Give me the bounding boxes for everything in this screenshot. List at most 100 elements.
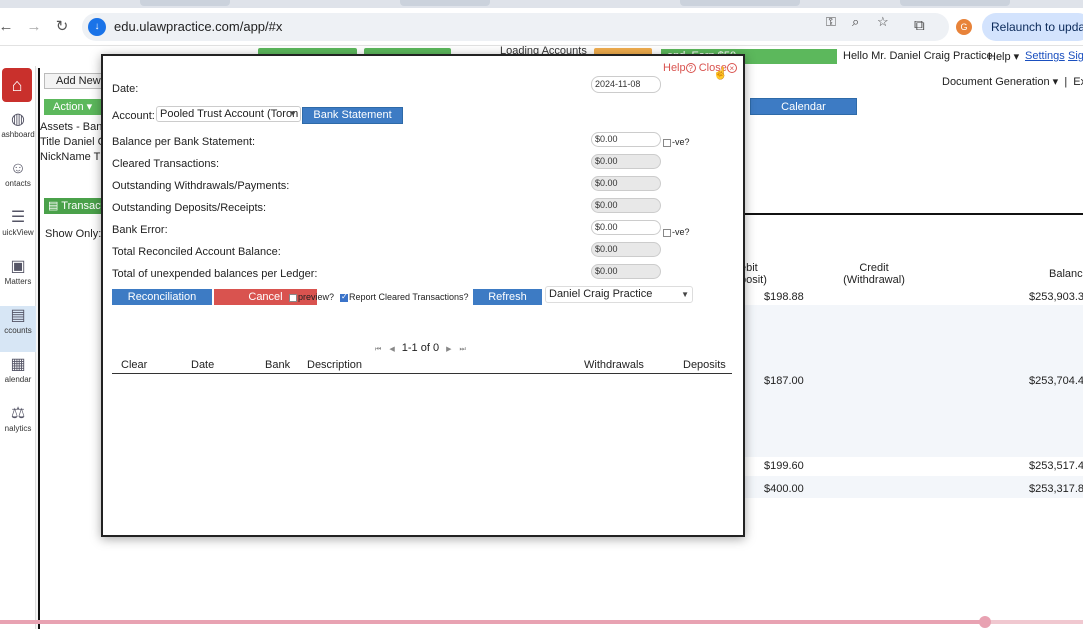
help-menu[interactable]: Help ▾ — [988, 50, 1019, 63]
add-new-button[interactable]: Add New A — [44, 73, 102, 89]
outstanding-deposits-field: $0.00 — [591, 198, 661, 213]
action-button[interactable]: Action ▾ — [44, 99, 102, 115]
rail-item-contacts[interactable]: ☺ ontacts — [0, 159, 36, 205]
row-balance: $253,317.85 — [1029, 483, 1083, 495]
mouse-cursor-icon: ☝ — [713, 66, 728, 80]
help-link[interactable]: Help — [663, 62, 686, 74]
prev-page-icon[interactable]: ◀ — [389, 346, 394, 353]
row-debit: $400.00 — [764, 483, 804, 495]
report-cleared-checkbox[interactable] — [340, 292, 348, 302]
section-divider — [742, 213, 1083, 215]
globe-icon: ◍ — [11, 111, 25, 128]
rail-item-quickview[interactable]: ☰ uickView — [0, 208, 36, 254]
negative-checkbox[interactable] — [663, 138, 671, 147]
back-icon[interactable]: ← — [0, 17, 16, 37]
reconciliation-dialog: Help? Close × ☝ Date: 2024-11-08 Account:… — [101, 54, 745, 537]
chevron-down-icon: ▼ — [681, 290, 689, 299]
table-header-rule — [112, 373, 732, 374]
practice-select-value[interactable]: Daniel Craig Practice — [549, 288, 652, 300]
row-balance: $253,903.33 — [1029, 291, 1083, 303]
profile-avatar[interactable]: G — [956, 19, 972, 35]
account-type-line: Assets - Bank — [40, 121, 102, 133]
row-balance: $253,704.45 — [1029, 375, 1083, 387]
analytics-icon: ⚖ — [10, 405, 26, 422]
outstanding-deposits-label: Outstanding Deposits/Receipts: — [112, 202, 267, 214]
rail-item-matters[interactable]: ▣ Matters — [0, 257, 36, 303]
calendar-button[interactable]: Calendar — [750, 98, 857, 115]
bank-error-label: Bank Error: — [112, 224, 168, 236]
browser-toolbar: ← → ↻ ↓ edu.ulawpractice.com/app/#x ⚿ ⌕ … — [0, 8, 1083, 46]
document-generation-label[interactable]: Document Generation — [942, 76, 1050, 88]
date-label: Date: — [112, 83, 139, 95]
url-text[interactable]: edu.ulawpractice.com/app/#x — [114, 19, 282, 34]
cleared-transactions-label: Cleared Transactions: — [112, 158, 219, 170]
video-progress-fill — [0, 620, 985, 624]
tab-transactions[interactable]: ▤ Transaction — [44, 198, 102, 214]
help-icon[interactable]: ? — [685, 63, 696, 73]
action-button-label[interactable]: Action — [53, 101, 84, 113]
row-debit: $198.88 — [764, 291, 804, 303]
deposits-column-header[interactable]: Deposits — [683, 359, 726, 371]
relaunch-button[interactable]: Relaunch to update — [982, 13, 1083, 41]
date-field[interactable]: 2024-11-08 — [591, 76, 661, 93]
total-reconciled-field: $0.00 — [591, 242, 661, 257]
refresh-button[interactable]: Refresh — [473, 289, 542, 305]
bank-error-field[interactable]: $0.00 — [591, 220, 661, 235]
address-bar[interactable]: ↓ edu.ulawpractice.com/app/#x — [82, 13, 949, 41]
sign-out-link[interactable]: Sig — [1068, 50, 1083, 62]
chevron-down-icon: ▼ — [289, 109, 297, 118]
rail-item-analytics[interactable]: ⚖ nalytics — [0, 404, 36, 450]
password-key-icon[interactable]: ⚿ — [826, 14, 836, 30]
row-balance: $253,517.45 — [1029, 460, 1083, 472]
site-info-icon[interactable]: ↓ — [88, 18, 106, 36]
negative-checkbox[interactable] — [663, 228, 671, 237]
rail-item-accounts[interactable]: ▤ ccounts — [0, 306, 36, 352]
practice-select[interactable]: Daniel Craig Practice ▼ — [545, 286, 693, 303]
app-logo-icon[interactable]: ⌂ — [2, 68, 32, 102]
bank-error-negative-toggle[interactable]: -ve? — [663, 227, 690, 237]
contacts-icon: ☺ — [9, 160, 27, 177]
balance-per-statement-field[interactable]: $0.00 — [591, 132, 661, 147]
description-column-header[interactable]: Description — [307, 359, 362, 371]
preview-checkbox[interactable] — [289, 293, 297, 302]
outstanding-withdrawals-field: $0.00 — [591, 176, 661, 191]
date-column-header[interactable]: Date — [191, 359, 214, 371]
pager-text: 1-1 of 0 — [401, 342, 440, 354]
close-icon[interactable]: × — [726, 63, 737, 73]
account-select-value[interactable]: Pooled Trust Account (Toron — [160, 108, 298, 120]
preview-label: preview? — [298, 292, 335, 302]
extensions-icon[interactable]: ⧉ — [914, 17, 925, 34]
bank-column-header[interactable]: Bank — [265, 359, 290, 371]
account-select[interactable]: Pooled Trust Account (Toron ▼ — [156, 106, 301, 122]
balance-negative-toggle[interactable]: -ve? — [663, 137, 690, 147]
bank-statement-button[interactable]: Bank Statement — [302, 107, 403, 124]
export-menu[interactable]: Expo — [1073, 76, 1083, 88]
settings-link[interactable]: Settings — [1025, 50, 1065, 62]
row-debit: $187.00 — [764, 375, 804, 387]
greeting-text: Hello Mr. Daniel Craig Practice, — [843, 50, 996, 62]
reconciliation-button[interactable]: Reconciliation — [112, 289, 212, 305]
row-debit: $199.60 — [764, 460, 804, 472]
withdrawals-column-header[interactable]: Withdrawals — [584, 359, 644, 371]
account-nickname-line: NickName TD — [40, 151, 102, 163]
account-title-line: Title Daniel C — [40, 136, 102, 148]
tab-transactions-label[interactable]: Transaction — [61, 200, 102, 212]
unexpended-balances-label: Total of unexpended balances per Ledger: — [112, 268, 318, 280]
rail-item-calendar[interactable]: ▦ alendar — [0, 355, 36, 401]
document-generation-menu[interactable]: Document Generation ▾ | Expo — [942, 75, 1083, 88]
clear-column-header[interactable]: Clear — [121, 359, 147, 371]
video-progress-handle[interactable] — [979, 616, 991, 628]
report-cleared-option[interactable]: Report Cleared Transactions? — [340, 292, 469, 302]
bookmark-star-icon[interactable]: ☆ — [877, 14, 889, 30]
help-menu-label[interactable]: Help — [988, 51, 1011, 63]
first-page-icon[interactable]: ⏮ — [375, 346, 381, 353]
left-rail: ⌂ ◍ ashboard ☺ ontacts ☰ uickView ▣ Matt… — [0, 66, 36, 629]
last-page-icon[interactable]: ⏭ — [460, 346, 466, 353]
rail-item-dashboard[interactable]: ◍ ashboard — [0, 110, 36, 156]
zoom-icon[interactable]: ⌕ — [852, 14, 859, 30]
reload-icon[interactable]: ↻ — [52, 17, 72, 37]
next-page-icon[interactable]: ▶ — [446, 346, 451, 353]
unexpended-balances-field: $0.00 — [591, 264, 661, 279]
forward-icon[interactable]: → — [24, 17, 44, 37]
preview-option[interactable]: preview? — [289, 292, 334, 302]
